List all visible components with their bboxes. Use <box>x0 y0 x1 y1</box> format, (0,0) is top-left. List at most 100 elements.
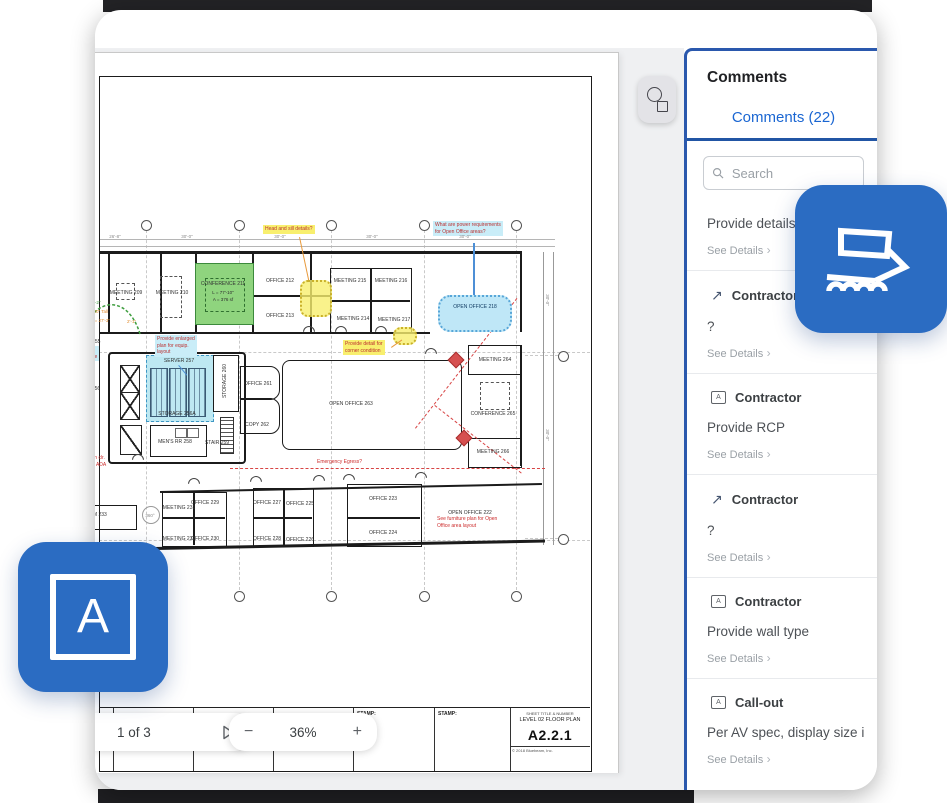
room-label: MEN'S RR 258 <box>158 439 192 446</box>
cloud-label-open-office-218[interactable]: OPEN OFFICE 218 <box>438 295 512 332</box>
callout-cloud-icon <box>823 211 919 307</box>
comment-item[interactable]: Contractor Provide RCP See Details <box>687 373 877 474</box>
room-label: BREAK ROOM 233 <box>95 512 107 519</box>
room-label: OFFICE 212 <box>266 278 294 285</box>
floor-plan: MEETING 209MEETING 210CONFERENCE 211L = … <box>95 10 684 790</box>
see-details-link[interactable]: See Details <box>707 447 872 461</box>
room-label: STORAGE 256A <box>158 411 195 418</box>
comment-body: Per AV spec, display size i <box>707 725 872 740</box>
room-label: OFFICE 224 <box>369 530 397 537</box>
textbox-markup-icon <box>711 595 726 608</box>
comment-author: Contractor <box>732 492 798 507</box>
markup-note-egress[interactable]: Emergency Egress? <box>317 459 362 466</box>
zoom-in-button[interactable]: + <box>353 723 362 741</box>
comment-item[interactable]: Contractor ? See Details <box>687 474 877 577</box>
room-label: 30'-0" <box>181 234 192 240</box>
comment-body: Provide wall type <box>707 624 872 639</box>
room-label: MEETING 214 <box>337 316 370 323</box>
room-label: L = 77'-10" <box>212 290 233 296</box>
room-label: STORAGE 260 <box>222 364 229 398</box>
viewer-window: MEETING 209MEETING 210CONFERENCE 211L = … <box>95 10 877 790</box>
room-label: OFFICE 223 <box>369 496 397 503</box>
room-label: OFFICE 225 <box>286 501 314 508</box>
room-label: 120" Tall <box>95 309 108 315</box>
room-label: 30'-0" <box>274 234 285 240</box>
see-details-link[interactable]: See Details <box>707 752 872 766</box>
textbox-markup-icon <box>711 391 726 404</box>
comment-author: Contractor <box>735 390 801 405</box>
room-label: OFFICE 261 <box>244 381 272 388</box>
marketing-canvas: { "colors": { "badge_blue": "#2b6cc2", "… <box>0 0 947 803</box>
stamp-label: STAMP: <box>438 711 457 717</box>
tab-comments[interactable]: Comments (22) <box>687 109 877 141</box>
room-label: SERVER 257 <box>164 358 194 365</box>
comment-author: Call-out <box>735 695 783 710</box>
room-label: RECEPTION 255 <box>95 339 100 346</box>
room-label: COPY 262 <box>245 422 269 429</box>
markup-note-corner[interactable]: Provide detail for corner condition <box>343 340 385 355</box>
page-indicator: 1 of 3 <box>117 725 151 740</box>
comment-item[interactable]: Call-out Per AV spec, display size i See… <box>687 678 877 779</box>
markup-note-head-sill[interactable]: Head and sill details? <box>263 225 315 234</box>
zoom-out-button[interactable]: − <box>244 723 253 741</box>
see-details-link[interactable]: See Details <box>707 651 872 665</box>
sheet-title: LEVEL 02 FLOOR PLAN <box>510 717 590 724</box>
room-label: OFFICE 226 <box>286 537 314 544</box>
comment-author: Contractor <box>735 594 801 609</box>
search-input[interactable] <box>730 165 855 182</box>
room-label: L = 27'-3" <box>95 318 110 324</box>
cloud-markup[interactable] <box>300 280 332 317</box>
comment-item[interactable]: Contractor Provide wall type See Details <box>687 577 877 678</box>
callout-markup-badge <box>795 185 947 333</box>
room-label: OFFICE 230 <box>191 536 219 543</box>
search-icon <box>712 166 724 180</box>
sheet-number: A2.2.1 <box>510 727 590 743</box>
room-label: STAIR 259 <box>205 440 229 447</box>
room-label: CONFERENCE 265 <box>471 411 516 418</box>
comment-body: ? <box>707 523 872 538</box>
markup-note-enlarged-plan[interactable]: Provide enlarged plan for equip. layout <box>155 335 197 357</box>
zoom-level: 36% <box>289 725 316 740</box>
sheet-title-cell: SHEET TITLE & NUMBER LEVEL 02 FLOOR PLAN… <box>510 708 590 771</box>
room-label: LOBBY 256 <box>95 386 100 393</box>
textbox-markup-icon <box>711 696 726 709</box>
sheet-title-label: SHEET TITLE & NUMBER <box>510 711 590 716</box>
comments-panel: Comments Comments (22) Provide details S… <box>684 48 877 790</box>
room-label: OFFICE 227 <box>253 500 281 507</box>
room-label: 26'-8" <box>109 234 120 240</box>
room-label: MEETING 210 <box>156 290 189 297</box>
backdrop-strip-bottom <box>98 789 694 803</box>
page-navigation-pill: 1 of 3 <box>95 713 251 751</box>
room-label: MEETING 217 <box>378 317 411 324</box>
see-details-link[interactable]: See Details <box>707 346 872 360</box>
room-label: MEETING 215 <box>334 278 367 285</box>
arrow-markup-icon <box>711 491 723 508</box>
room-label: MEETING 266 <box>477 449 510 456</box>
room-label: OFFICE 213 <box>266 313 294 320</box>
text-markup-icon: A <box>50 574 136 660</box>
leader-line <box>473 243 475 295</box>
text-markup-badge: A <box>18 542 168 692</box>
markup-note-ada[interactable]: Min clr. for ADA <box>95 455 106 468</box>
room-label: A = 376 sf <box>213 297 233 303</box>
room-label: 2'-1" <box>127 319 136 325</box>
markup-note-chase[interactable]: ducting is chase <box>95 346 99 361</box>
room-label: 30'-0" <box>544 429 550 440</box>
room-label: OFFICE 228 <box>253 536 281 543</box>
room-label: MEETING 264 <box>479 357 512 364</box>
room-label: MEETING 216 <box>375 278 408 285</box>
room-label: OPEN OFFICE 263 <box>329 401 373 408</box>
arrow-markup-icon <box>711 287 723 304</box>
panel-title: Comments <box>707 69 877 87</box>
zoom-pill: − 36% + <box>229 713 377 751</box>
see-details-link[interactable]: See Details <box>707 550 872 564</box>
markup-shapes-button[interactable] <box>638 76 676 123</box>
room-label: CONFERENCE 211 <box>201 281 245 288</box>
markup-note-furniture[interactable]: See furniture plan for Open Office area … <box>437 516 497 529</box>
shapes-icon <box>647 87 662 102</box>
room-label: 360° <box>145 513 154 519</box>
room-label: 30'-0" <box>366 234 377 240</box>
room-label: 30'-0" <box>459 234 470 240</box>
copyright: © 2018 Bluebeam, Inc. <box>510 746 590 753</box>
room-label: 30'-0" <box>544 294 550 305</box>
